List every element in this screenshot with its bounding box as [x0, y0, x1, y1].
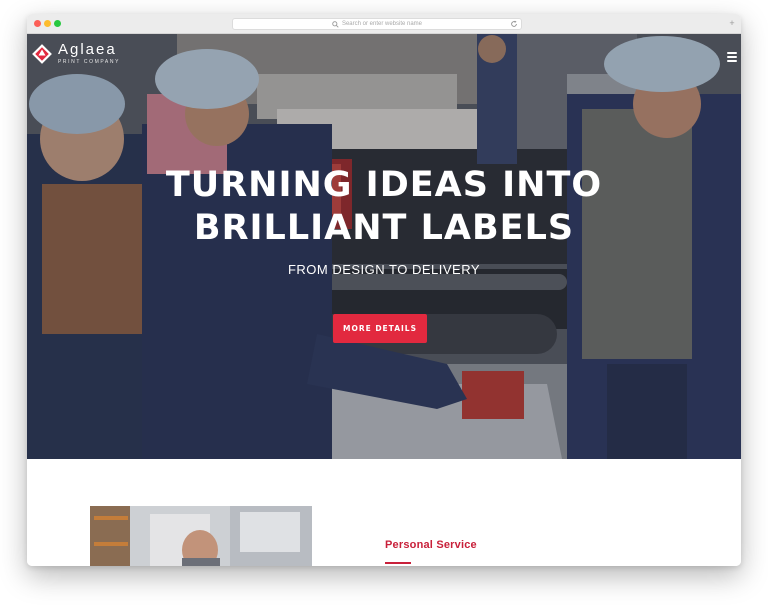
hero-headline-line-1: TURNING IDEAS INTO [165, 165, 603, 205]
service-title: Personal Service [385, 539, 477, 551]
maximize-window-button[interactable] [54, 20, 61, 27]
reload-icon[interactable] [510, 20, 518, 28]
close-window-button[interactable] [34, 20, 41, 27]
browser-window: Search or enter website name + Aglaea PR… [27, 14, 741, 566]
hamburger-menu-icon[interactable] [727, 52, 737, 62]
service-photo [90, 506, 312, 566]
site-logo[interactable]: Aglaea PRINT COMPANY [32, 42, 120, 65]
hero-section: Aglaea PRINT COMPANY TURNING IDEAS INTO … [27, 34, 741, 459]
brand-tagline: PRINT COMPANY [58, 59, 121, 65]
logo-text: Aglaea PRINT COMPANY [58, 42, 120, 65]
services-section: Personal Service [27, 459, 741, 566]
browser-titlebar: Search or enter website name + [27, 14, 741, 34]
hero-headline: TURNING IDEAS INTO BRILLIANT LABELS [27, 164, 741, 250]
address-bar[interactable]: Search or enter website name [232, 18, 522, 30]
brand-name: Aglaea [58, 41, 117, 58]
search-icon [332, 20, 339, 28]
hero-subheadline: FROM DESIGN TO DELIVERY [287, 262, 481, 277]
new-tab-button[interactable]: + [727, 18, 737, 29]
minimize-window-button[interactable] [44, 20, 51, 27]
diamond-logo-icon [32, 43, 52, 64]
more-details-button[interactable]: MORE DETAILS [333, 314, 427, 343]
address-placeholder: Search or enter website name [341, 21, 423, 27]
service-title-underline [385, 562, 411, 564]
hero-headline-line-2: BRILLIANT LABELS [193, 208, 575, 248]
